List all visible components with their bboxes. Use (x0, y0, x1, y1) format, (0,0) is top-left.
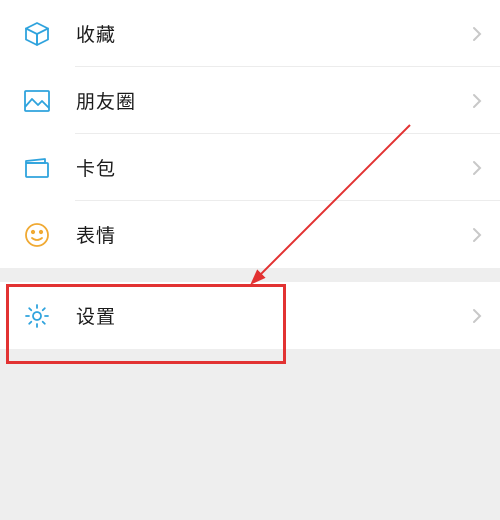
menu-item-label: 朋友圈 (76, 87, 136, 114)
section-divider (0, 268, 500, 282)
chevron-right-icon (472, 93, 482, 109)
chevron-right-icon (472, 227, 482, 243)
menu-item-stickers[interactable]: 表情 (0, 201, 500, 268)
menu-item-cards[interactable]: 卡包 (0, 134, 500, 201)
smiley-icon (20, 221, 54, 249)
image-icon (20, 89, 54, 113)
menu-item-label: 设置 (76, 302, 116, 329)
menu-item-label: 卡包 (76, 154, 116, 181)
chevron-right-icon (472, 308, 482, 324)
chevron-right-icon (472, 160, 482, 176)
chevron-right-icon (472, 26, 482, 42)
wallet-icon (20, 156, 54, 180)
menu-item-label: 表情 (76, 221, 116, 248)
cube-icon (20, 20, 54, 48)
menu-group-1: 收藏 朋友圈 卡包 (0, 0, 500, 268)
menu-item-favorites[interactable]: 收藏 (0, 0, 500, 67)
menu-item-moments[interactable]: 朋友圈 (0, 67, 500, 134)
menu-group-2: 设置 (0, 282, 500, 349)
gear-icon (20, 302, 54, 330)
menu-item-label: 收藏 (76, 20, 116, 47)
menu-item-settings[interactable]: 设置 (0, 282, 500, 349)
